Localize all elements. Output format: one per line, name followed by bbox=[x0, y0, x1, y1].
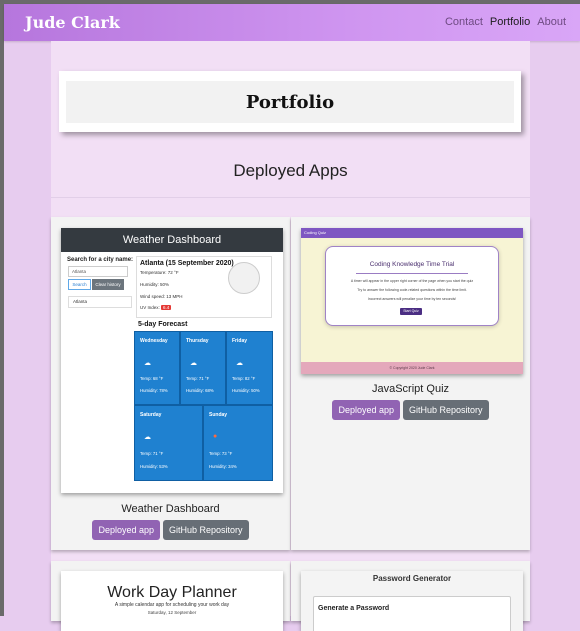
screenshot-quiz-card: Coding Knowledge Time Trial A timer will… bbox=[325, 246, 499, 326]
forecast-temp: Temp: 68 °F bbox=[140, 376, 164, 381]
forecast-temp: Temp: 71 °F bbox=[140, 451, 164, 456]
screenshot-city-date: Atlanta (15 September 2020) bbox=[140, 260, 234, 267]
screenshot-uv-badge: 6.4 bbox=[161, 305, 172, 310]
forecast-card: Saturday ☁ Temp: 71 °F Humidity: 53% bbox=[134, 405, 203, 481]
forecast-humidity: Humidity: 53% bbox=[140, 464, 168, 469]
github-repo-button[interactable]: GitHub Repository bbox=[403, 400, 489, 420]
nav-link-about[interactable]: About bbox=[537, 16, 566, 28]
cloud-icon: ☁ bbox=[236, 360, 243, 367]
screenshot-clear-button: Clear history bbox=[92, 279, 124, 290]
screenshot-history-item: Atlanta bbox=[68, 296, 132, 308]
window-frame-left bbox=[0, 0, 4, 616]
project-caption: JavaScript Quiz bbox=[371, 383, 450, 395]
forecast-day: Sunday bbox=[209, 412, 228, 418]
forecast-day: Saturday bbox=[140, 412, 162, 418]
project-buttons: Deployed app GitHub Repository bbox=[291, 400, 530, 420]
nav-link-portfolio[interactable]: Portfolio bbox=[490, 16, 530, 28]
main-container: Portfolio Deployed Apps Weather Dashboar… bbox=[51, 41, 530, 631]
screenshot-quiz-title: Coding Knowledge Time Trial bbox=[369, 261, 455, 268]
project-card-weather: Weather Dashboard Search for a city name… bbox=[51, 217, 290, 550]
screenshot-temperature: Temperature: 72 °F bbox=[140, 270, 179, 275]
forecast-card: Wednesday ☁ Temp: 68 °F Humidity: 78% bbox=[134, 331, 180, 405]
project-buttons: Deployed app GitHub Repository bbox=[51, 520, 290, 540]
nav-link-contact[interactable]: Contact bbox=[445, 16, 483, 28]
forecast-temp: Temp: 73 °F bbox=[209, 451, 233, 456]
project-screenshot-planner[interactable]: Work Day Planner A simple calendar app f… bbox=[61, 571, 283, 631]
screenshot-uv-label: UV Index: bbox=[140, 305, 160, 310]
screenshot-date: Saturday, 12 September bbox=[147, 610, 197, 615]
screenshot-forecast-title: 5-day Forecast bbox=[138, 321, 188, 328]
forecast-temp: Temp: 82 °F bbox=[232, 376, 256, 381]
github-repo-button[interactable]: GitHub Repository bbox=[163, 520, 249, 540]
screenshot-wind: Wind speed: 13 MPH bbox=[140, 294, 183, 299]
forecast-humidity: Humidity: 78% bbox=[140, 388, 168, 393]
screenshot-uv: UV Index: 6.4 bbox=[140, 305, 172, 310]
page-title: Portfolio bbox=[245, 91, 335, 113]
forecast-humidity: Humidity: 50% bbox=[232, 388, 260, 393]
deployed-app-button[interactable]: Deployed app bbox=[92, 520, 160, 540]
screenshot-current-weather: Atlanta (15 September 2020) Temperature:… bbox=[136, 256, 272, 318]
screenshot-footer: © Copyright 2020 Jude Clark bbox=[301, 362, 523, 374]
project-card-quiz: Coding Quiz Coding Knowledge Time Trial … bbox=[291, 217, 530, 550]
forecast-card: Thursday ☁ Temp: 71 °F Humidity: 68% bbox=[180, 331, 226, 405]
screenshot-title: Password Generator bbox=[372, 574, 452, 583]
project-card-planner: Work Day Planner A simple calendar app f… bbox=[51, 561, 290, 631]
forecast-card: Friday ☁ Temp: 82 °F Humidity: 50% bbox=[226, 331, 273, 405]
cloud-icon: ☁ bbox=[190, 360, 197, 367]
project-caption: Weather Dashboard bbox=[121, 503, 220, 515]
forecast-humidity: Humidity: 68% bbox=[186, 388, 214, 393]
weather-icon bbox=[228, 262, 260, 294]
screenshot-title: Work Day Planner bbox=[107, 584, 237, 601]
page-header-jumbotron: Portfolio bbox=[66, 81, 514, 123]
page-header-card: Portfolio bbox=[59, 71, 521, 132]
nav-links: Contact Portfolio About bbox=[445, 16, 566, 28]
screenshot-quiz-line: A timer will appear in the upper right c… bbox=[350, 279, 474, 283]
brand-name[interactable]: Jude Clark bbox=[25, 13, 120, 32]
screenshot-header: Weather Dashboard bbox=[61, 228, 283, 252]
screenshot-humidity: Humidity: 50% bbox=[140, 282, 170, 287]
navbar: Jude Clark Contact Portfolio About bbox=[4, 4, 580, 41]
cloud-icon: ☁ bbox=[144, 360, 151, 367]
screenshot-search-input: Atlanta bbox=[68, 266, 128, 277]
forecast-humidity: Humidity: 34% bbox=[209, 464, 237, 469]
forecast-card: Sunday ● Temp: 73 °F Humidity: 34% bbox=[203, 405, 273, 481]
sun-icon: ● bbox=[213, 433, 218, 440]
screenshot-header: Coding Quiz bbox=[301, 228, 523, 238]
screenshot-subtitle: A simple calendar app for scheduling you… bbox=[114, 602, 230, 608]
screenshot-card: Generate a Password bbox=[313, 596, 511, 631]
divider bbox=[51, 197, 530, 198]
forecast-day: Friday bbox=[232, 338, 248, 344]
screenshot-quiz-line: Try to answer the following code-related… bbox=[357, 288, 467, 292]
project-screenshot-password[interactable]: Password Generator Generate a Password bbox=[301, 571, 523, 631]
project-screenshot-weather[interactable]: Weather Dashboard Search for a city name… bbox=[61, 228, 283, 493]
deployed-app-button[interactable]: Deployed app bbox=[332, 400, 400, 420]
screenshot-start-button: Start Quiz bbox=[400, 308, 422, 315]
project-card-password: Password Generator Generate a Password bbox=[291, 561, 530, 631]
divider bbox=[356, 273, 468, 274]
forecast-day: Thursday bbox=[186, 338, 209, 344]
section-title: Deployed Apps bbox=[233, 161, 348, 180]
screenshot-search-button: Search bbox=[68, 279, 91, 290]
screenshot-search-label: Search for a city name: bbox=[67, 257, 134, 263]
screenshot-body: Coding Knowledge Time Trial A timer will… bbox=[301, 238, 523, 362]
forecast-temp: Temp: 71 °F bbox=[186, 376, 210, 381]
forecast-day: Wednesday bbox=[140, 338, 168, 344]
screenshot-generate-heading: Generate a Password bbox=[318, 605, 390, 612]
cloud-icon: ☁ bbox=[144, 434, 151, 441]
project-screenshot-quiz[interactable]: Coding Quiz Coding Knowledge Time Trial … bbox=[301, 228, 523, 374]
screenshot-quiz-line: Incorrect answers will penalize your tim… bbox=[367, 297, 457, 301]
